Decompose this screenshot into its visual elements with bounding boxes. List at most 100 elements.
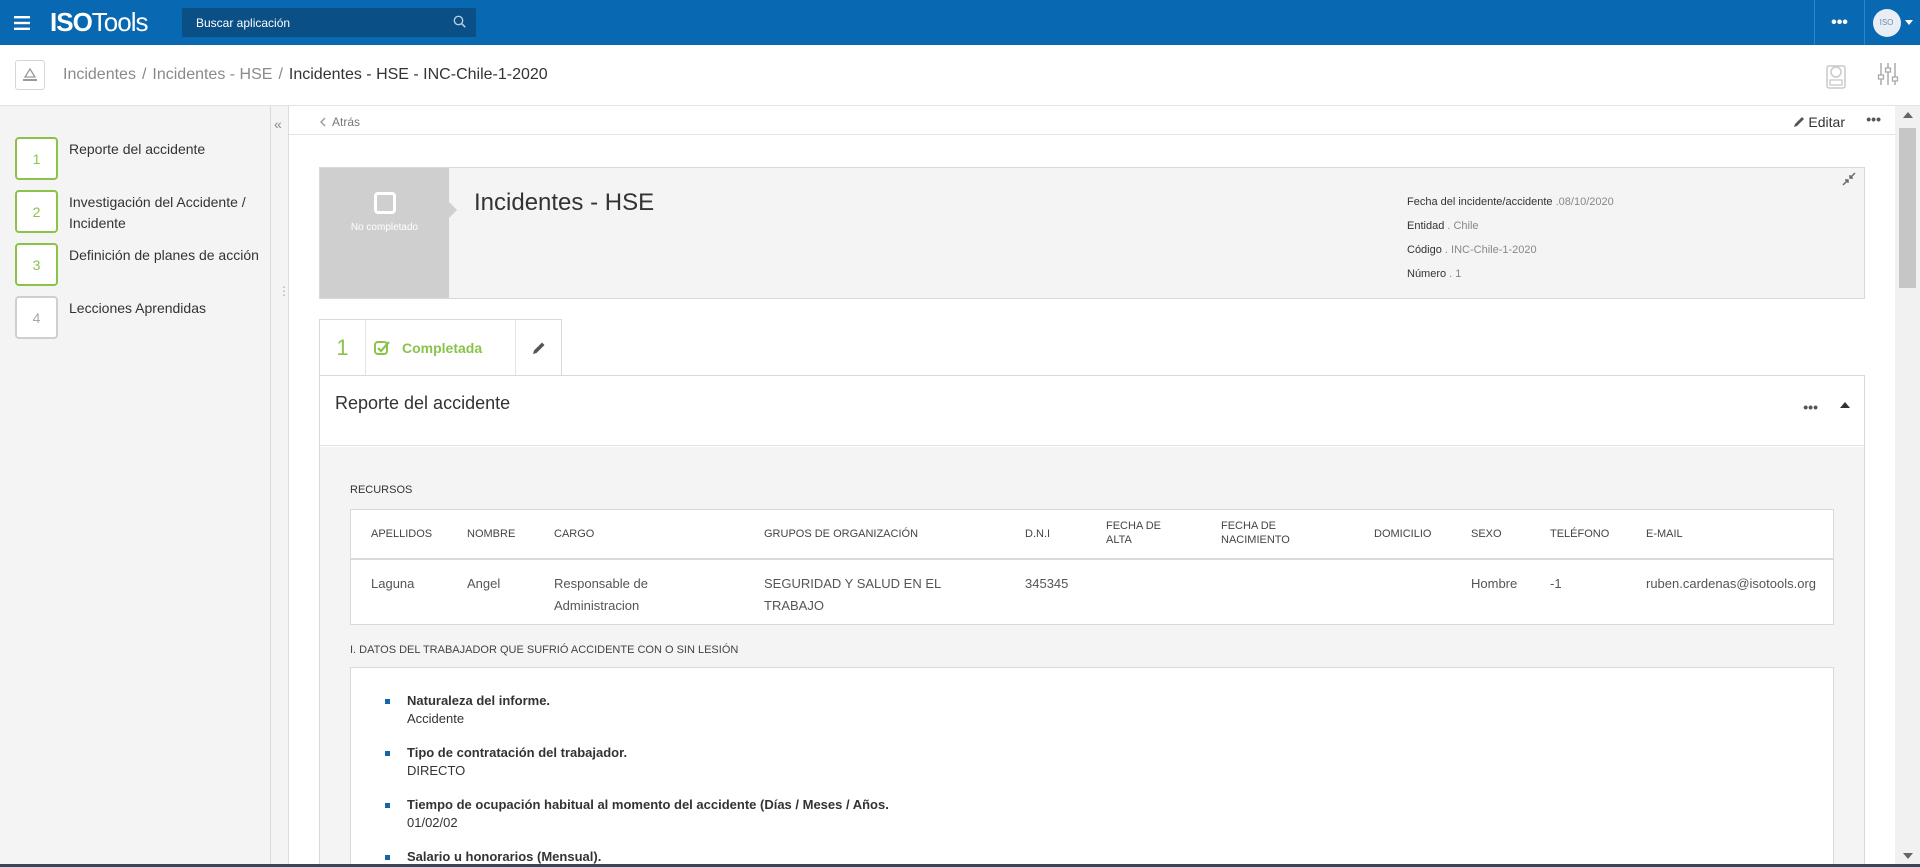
stage-edit-button[interactable] <box>516 320 561 375</box>
edit-label: Editar <box>1808 114 1845 130</box>
stage-tab: 1 Completada <box>319 319 562 375</box>
breadcrumb-separator: / <box>141 66 147 83</box>
status-block: No completado <box>320 168 449 298</box>
more-options-icon[interactable]: ••• <box>1866 111 1881 127</box>
column-header: E-MAIL <box>1646 528 1683 540</box>
search-input[interactable] <box>196 15 436 30</box>
collapse-icon[interactable]: « <box>274 116 282 132</box>
meta-row: Entidad . Chile <box>1407 220 1479 232</box>
top-bar: ISOTools ••• ISO <box>0 0 1920 45</box>
table-cell: -1 <box>1550 576 1562 591</box>
table-cell: Hombre <box>1471 576 1518 591</box>
column-header: FECHA DE ALTA <box>1106 520 1162 546</box>
scroll-up-icon[interactable] <box>1903 112 1913 118</box>
action-row: Atrás Editar ••• <box>289 106 1895 135</box>
breadcrumb-bar: Incidentes / Incidentes - HSE / Incident… <box>0 45 1920 106</box>
edit-button[interactable]: Editar <box>1793 114 1845 130</box>
record-title: Incidentes - HSE <box>474 189 655 216</box>
field-value: 01/02/02 <box>407 815 458 830</box>
record-card: No completado Incidentes - HSE Fecha del… <box>319 167 1865 299</box>
table-row[interactable]: Laguna Angel Responsable de Administraci… <box>351 560 1833 624</box>
table-cell: SEGURIDAD Y SALUD EN EL TRABAJO <box>764 576 941 613</box>
breadcrumb-item-incidentes[interactable]: Incidentes <box>63 66 136 84</box>
field-label: Tipo de contratación del trabajador. <box>407 745 628 760</box>
pencil-icon <box>532 342 544 354</box>
section-title: Reporte del accidente <box>335 393 511 413</box>
search-icon[interactable] <box>453 15 466 31</box>
table-cell: ruben.cardenas@isotools.org <box>1646 576 1817 591</box>
field-value: DIRECTO <box>407 763 466 778</box>
column-header: GRUPOS DE ORGANIZACIÓN <box>764 528 919 540</box>
table-header: APELLIDOS NOMBRE CARGO GRUPOS DE ORGANIZ… <box>351 510 1833 560</box>
breadcrumb-current: Incidentes - HSE - INC-Chile-1-2020 <box>288 66 548 83</box>
scroll-thumb[interactable] <box>1899 128 1916 288</box>
meta-row: Fecha del incidente/accidente .08/10/202… <box>1407 196 1614 208</box>
bullet <box>385 803 390 808</box>
column-header: FECHA DE NACIMIENTO <box>1221 520 1290 546</box>
table-cell: Angel <box>467 576 501 591</box>
section-body: RECURSOS APELLIDOS NOMBRE CARGO GRUPOS D… <box>320 447 1864 867</box>
step-number: 2 <box>15 190 58 233</box>
collapse-arrows-icon[interactable] <box>1842 172 1856 189</box>
column-header: APELLIDOS <box>371 528 433 540</box>
field-value: Accidente <box>407 711 465 726</box>
video-icon[interactable] <box>1824 60 1850 93</box>
main-content: Atrás Editar ••• No completado Incidente… <box>289 106 1895 867</box>
step-number: 4 <box>15 296 58 339</box>
user-menu[interactable]: ISO <box>1864 0 1920 45</box>
meta-row: Código . INC-Chile-1-2020 <box>1407 244 1537 256</box>
column-header: DOMICILIO <box>1374 528 1432 540</box>
section-more-icon[interactable]: ••• <box>1803 399 1818 415</box>
sidebar-collapse-strip[interactable]: « ⋮ <box>271 106 290 867</box>
step-number: 1 <box>15 137 58 180</box>
record-meta: Fecha del incidente/accidente .08/10/202… <box>1407 190 1614 286</box>
column-header: SEXO <box>1471 528 1502 540</box>
table-cell: Laguna <box>371 576 415 591</box>
scroll-down-icon[interactable] <box>1903 853 1913 859</box>
column-header: TELÉFONO <box>1550 528 1610 540</box>
resources-table: APELLIDOS NOMBRE CARGO GRUPOS DE ORGANIZ… <box>350 509 1834 625</box>
breadcrumb-item-incidentes-hse[interactable]: Incidentes - HSE <box>152 66 272 84</box>
table-cell: Responsable de Administracion <box>554 576 648 613</box>
isotools-logo[interactable]: ISOTools <box>50 7 172 38</box>
column-header: CARGO <box>554 528 595 540</box>
status-square-icon <box>373 192 396 214</box>
back-button[interactable]: Atrás <box>319 115 360 129</box>
sidebar-step-investigacion[interactable]: 2 Investigación del Accidente / Incident… <box>15 190 269 234</box>
field-label: Salario u honorarios (Mensual). <box>407 849 602 864</box>
section-header[interactable]: Reporte del accidente ••• <box>320 376 1864 446</box>
meta-row: Número . 1 <box>1407 268 1462 280</box>
step-label: Reporte del accidente <box>69 141 206 157</box>
avatar[interactable]: ISO <box>1872 8 1901 37</box>
column-header: D.N.I <box>1025 528 1051 540</box>
search-box[interactable] <box>182 8 476 37</box>
bullet <box>385 751 390 756</box>
step-number: 3 <box>15 243 58 286</box>
check-square-icon <box>374 340 390 355</box>
list-item: Tipo de contratación del trabajador. DIR… <box>385 745 628 778</box>
breadcrumb-separator: / <box>278 66 283 83</box>
stage-status: Completada <box>366 320 516 375</box>
breadcrumb: Incidentes / Incidentes - HSE / Incident… <box>63 66 548 84</box>
worker-data-title: I. DATOS DEL TRABAJADOR QUE SUFRIÓ ACCID… <box>350 644 739 656</box>
section-reporte: Reporte del accidente ••• RECURSOS APELL… <box>319 375 1865 867</box>
stage-number: 1 <box>320 320 366 375</box>
sidebar-step-lecciones[interactable]: 4 Lecciones Aprendidas <box>15 296 269 339</box>
sidebar-step-planes[interactable]: 3 Definición de planes de acción <box>15 243 269 286</box>
status-arrow <box>449 202 457 218</box>
settings-sliders-icon[interactable] <box>1876 60 1900 93</box>
worker-data-panel: Naturaleza del informe. Accidente Tipo d… <box>350 667 1834 867</box>
more-icon[interactable]: ••• <box>1814 0 1864 45</box>
vertical-scrollbar[interactable] <box>1895 106 1920 867</box>
chevron-left-icon <box>320 117 326 127</box>
list-item: Naturaleza del informe. Accidente <box>385 693 550 726</box>
step-label: Investigación del Accidente / Incidente <box>69 194 246 231</box>
app-icon[interactable] <box>15 60 45 90</box>
bullet <box>385 699 390 704</box>
caret-up-icon[interactable] <box>1840 402 1850 408</box>
menu-icon[interactable] <box>0 0 44 45</box>
workflow-sidebar: 1 Reporte del accidente 2 Investigación … <box>0 106 271 867</box>
sidebar-step-reporte[interactable]: 1 Reporte del accidente <box>15 137 269 180</box>
bullet <box>385 855 390 860</box>
field-label: Tiempo de ocupación habitual al momento … <box>407 797 889 812</box>
